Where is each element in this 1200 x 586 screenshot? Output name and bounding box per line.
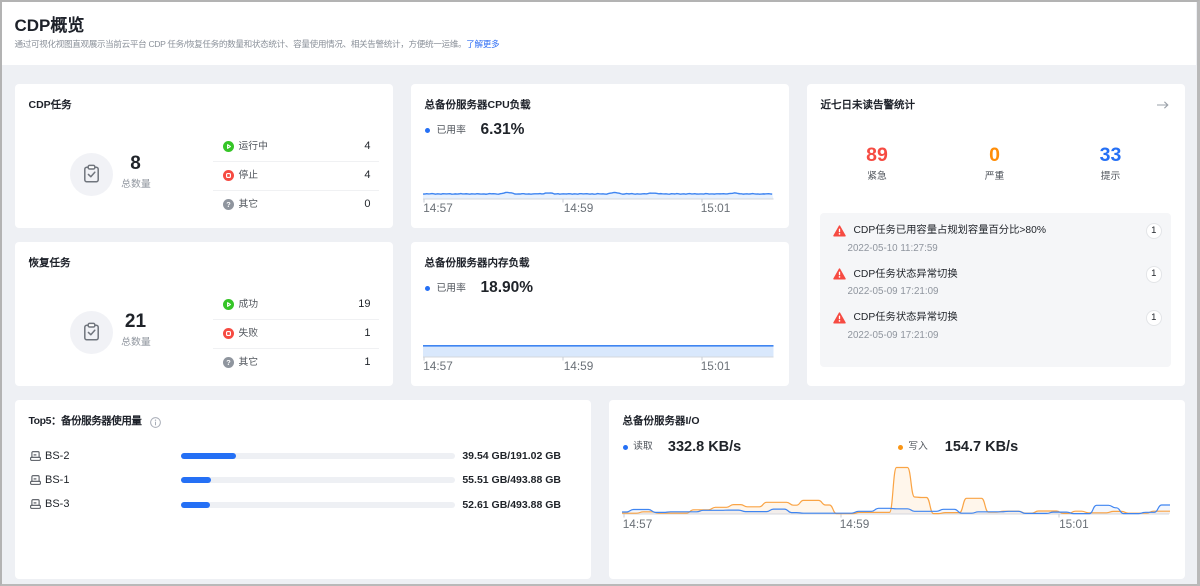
svg-text:?: ? [226,200,231,209]
svg-text:?: ? [226,358,231,367]
